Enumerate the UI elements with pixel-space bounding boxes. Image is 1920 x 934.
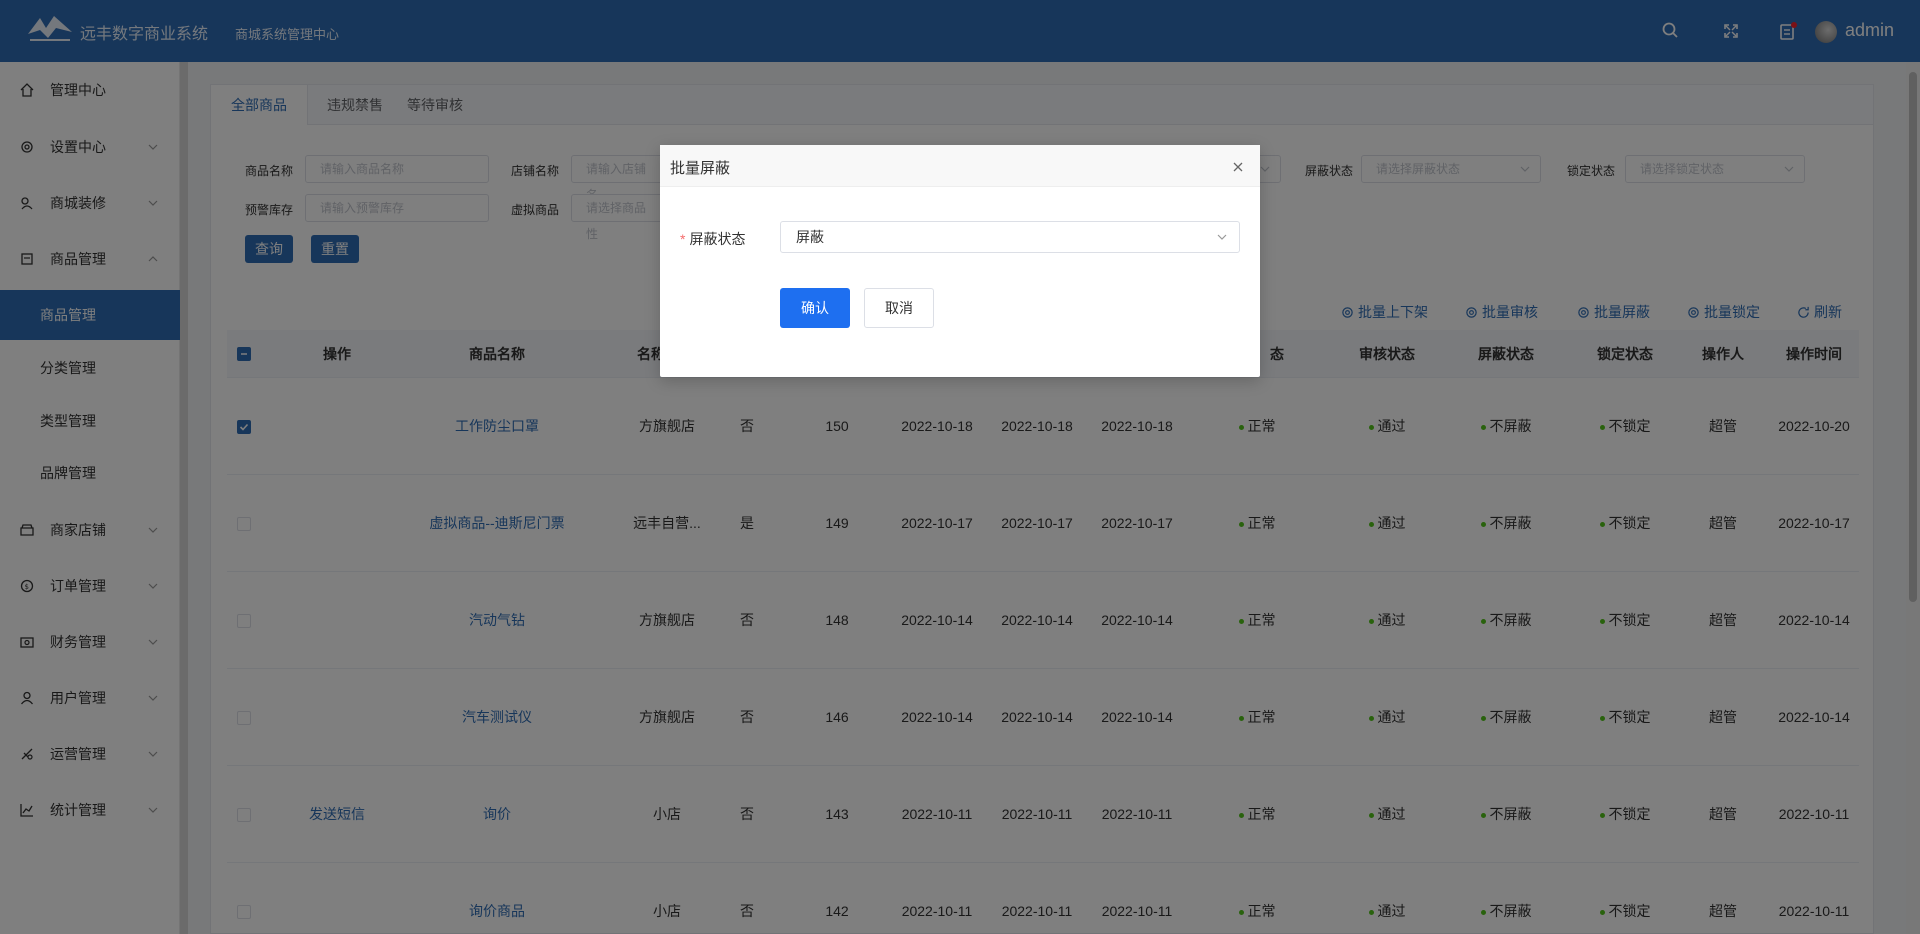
field-label-text: 屏蔽状态 — [689, 231, 746, 247]
shield-status-field-label: * 屏蔽状态 — [680, 229, 745, 249]
cancel-button[interactable]: 取消 — [864, 288, 934, 328]
modal-overlay — [0, 0, 1920, 934]
batch-shield-dialog: 批量屏蔽 * 屏蔽状态 屏蔽 确认 取消 — [660, 145, 1260, 377]
chevron-down-icon — [1217, 234, 1227, 240]
confirm-button[interactable]: 确认 — [780, 288, 850, 328]
dialog-title: 批量屏蔽 — [670, 160, 731, 177]
close-icon[interactable] — [1232, 161, 1244, 173]
shield-status-field-value: 屏蔽 — [796, 229, 824, 245]
shield-status-field-select[interactable]: 屏蔽 — [780, 221, 1240, 253]
dialog-header: 批量屏蔽 — [660, 145, 1260, 187]
required-mark: * — [680, 231, 686, 247]
